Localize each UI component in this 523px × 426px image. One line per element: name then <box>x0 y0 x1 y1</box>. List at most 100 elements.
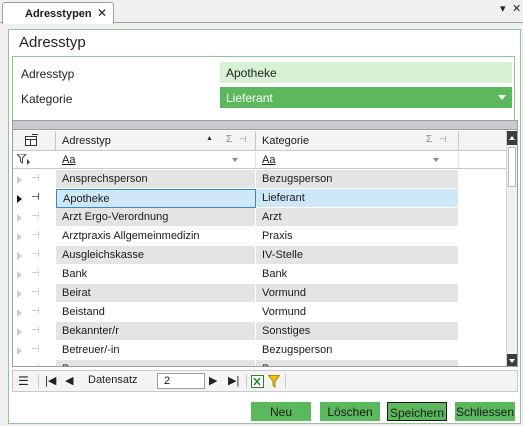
row-pin-icon[interactable]: ⊣ <box>31 249 40 260</box>
row-indicator-icon <box>17 309 22 317</box>
table-row[interactable]: ⊣ Ansprechsperson Bezugsperson <box>13 170 508 189</box>
row-pin-icon[interactable]: ⊣ <box>31 173 40 184</box>
cell-adresstyp[interactable]: Arztpraxis Allgemeinmedizin <box>56 227 256 246</box>
cell-adresstyp[interactable]: Bank <box>56 265 256 284</box>
kategorie-label: Kategorie <box>21 92 73 106</box>
row-pin-icon[interactable]: ⊣ <box>31 344 40 355</box>
cell-kategorie[interactable]: Praxis <box>256 227 459 246</box>
row-pin-icon[interactable]: ⊣ <box>31 287 40 298</box>
filter-funnel-icon[interactable] <box>268 375 280 388</box>
record-navigator: ☰ |◀ ◀ Datensatz 2 ▶ ▶| <box>12 370 518 392</box>
filter-cell-kategorie[interactable]: Aa <box>256 152 459 168</box>
column-header-label: Adresstyp <box>62 135 111 147</box>
sort-ascending-icon[interactable]: ▲ <box>206 135 213 142</box>
divider <box>285 374 286 389</box>
save-button[interactable]: Speichern <box>387 402 447 421</box>
table-row[interactable]: ⊣ Arzt Ergo-Verordnung Arzt <box>13 208 508 227</box>
row-indicator-icon <box>17 214 22 222</box>
column-header-kategorie[interactable]: Kategorie Σ ⊣ <box>256 131 459 151</box>
row-pin-icon[interactable]: ⊣ <box>31 192 40 203</box>
table-row[interactable]: ⊣ Apotheke Lieferant <box>13 189 508 208</box>
cell-kategorie[interactable]: Bezugsperson <box>256 170 459 189</box>
cell-adresstyp[interactable]: Bekannter/r <box>56 322 256 341</box>
cell-kategorie[interactable]: Lieferant <box>256 189 459 208</box>
table-row[interactable]: ⊣ Ausgleichskasse IV-Stelle <box>13 246 508 265</box>
first-record-icon[interactable]: |◀ <box>45 374 56 387</box>
filter-dropdown-icon[interactable] <box>232 158 238 162</box>
column-chooser-button[interactable] <box>13 131 56 151</box>
cell-kategorie[interactable]: Vormund <box>256 303 459 322</box>
main-panel: Adresstyp Adresstyp Apotheke Kategorie L… <box>8 29 521 424</box>
filter-cell-adresstyp[interactable]: Aa <box>56 152 256 168</box>
table-row[interactable]: ⊣ Bank Bank <box>13 265 508 284</box>
row-indicator-icon <box>17 366 22 367</box>
sum-icon[interactable]: Σ <box>426 134 432 145</box>
cell-adresstyp[interactable]: Apotheke <box>56 189 256 208</box>
vertical-scrollbar[interactable] <box>506 131 517 366</box>
row-indicator-icon <box>17 252 22 260</box>
filter-row: Aa Aa <box>13 151 508 169</box>
sum-icon[interactable]: Σ <box>226 134 232 145</box>
cell-adresstyp[interactable]: Ansprechsperson <box>56 170 256 189</box>
row-pin-icon[interactable]: ⊣ <box>31 363 40 366</box>
window-close-icon[interactable]: ✕ <box>512 2 521 15</box>
cell-adresstyp[interactable]: Bezugsperson <box>56 360 256 366</box>
cell-kategorie[interactable]: Bank <box>256 265 459 284</box>
row-pin-icon[interactable]: ⊣ <box>31 325 40 336</box>
row-indicator-icon <box>17 195 22 203</box>
next-record-icon[interactable]: ▶ <box>209 374 217 387</box>
close-icon[interactable]: ✕ <box>97 6 107 20</box>
delete-button[interactable]: Löschen <box>320 402 380 421</box>
cell-adresstyp[interactable]: Ausgleichskasse <box>56 246 256 265</box>
table-row[interactable]: ⊣ BezugspersonBezugsperson <box>13 360 508 367</box>
cell-kategorie[interactable]: Arzt <box>256 208 459 227</box>
pin-icon[interactable]: ⊣ <box>239 134 247 145</box>
tab-adresstypen[interactable]: Adresstypen ✕ <box>2 2 114 24</box>
pin-icon[interactable]: ⊣ <box>439 134 447 145</box>
table-row[interactable]: ⊣ Beirat Vormund <box>13 284 508 303</box>
dropdown-icon[interactable]: ▾ <box>500 2 506 15</box>
cell-adresstyp[interactable]: Beirat <box>56 284 256 303</box>
row-pin-icon[interactable]: ⊣ <box>31 306 40 317</box>
adresstyp-label: Adresstyp <box>21 67 75 81</box>
table-row[interactable]: ⊣ Betreuer/-in Bezugsperson <box>13 341 508 360</box>
cell-kategorie[interactable]: Vormund <box>256 284 459 303</box>
row-indicator-icon <box>17 271 22 279</box>
scroll-thumb[interactable] <box>508 147 516 187</box>
last-record-icon[interactable]: ▶| <box>228 374 239 387</box>
record-label: Datensatz <box>88 374 138 386</box>
row-pin-icon[interactable]: ⊣ <box>31 268 40 279</box>
cell-adresstyp[interactable]: Beistand <box>56 303 256 322</box>
cell-kategorie[interactable]: Sonstiges <box>256 322 459 341</box>
data-grid: Adresstyp ▲ Σ ⊣ Kategorie Σ ⊣ Aa Aa ⊣ An… <box>12 120 518 367</box>
table-row[interactable]: ⊣ Bekannter/r Sonstiges <box>13 322 508 341</box>
table-row[interactable]: ⊣ Beistand Vormund <box>13 303 508 322</box>
row-indicator-icon <box>17 176 22 184</box>
cell-kategorie[interactable]: IV-Stelle <box>256 246 459 265</box>
column-header-label: Kategorie <box>262 135 310 147</box>
record-number-input[interactable]: 2 <box>157 373 205 389</box>
row-pin-icon[interactable]: ⊣ <box>31 211 40 222</box>
previous-record-icon[interactable]: ◀ <box>65 374 73 387</box>
filter-dropdown-icon[interactable] <box>433 158 439 162</box>
cell-kategorie[interactable]: Bezugsperson <box>256 341 459 360</box>
cell-adresstyp[interactable]: Betreuer/-in <box>56 341 256 360</box>
cell-kategorie[interactable]: Bezugsperson <box>256 360 459 366</box>
export-excel-icon[interactable] <box>251 375 264 388</box>
scroll-up-button[interactable] <box>507 131 517 145</box>
kategorie-select[interactable]: Lieferant <box>220 87 512 108</box>
close-button[interactable]: Schliessen <box>455 402 515 421</box>
new-button[interactable]: Neu <box>251 402 311 421</box>
grid-settings-icon[interactable]: ☰ <box>18 374 29 388</box>
kategorie-select-value: Lieferant <box>226 91 273 105</box>
row-pin-icon[interactable]: ⊣ <box>31 230 40 241</box>
table-row[interactable]: ⊣ Arztpraxis Allgemeinmedizin Praxis <box>13 227 508 246</box>
filter-icon[interactable] <box>17 154 31 166</box>
scroll-down-button[interactable] <box>507 354 517 366</box>
adresstyp-field[interactable]: Apotheke <box>220 62 512 83</box>
filter-placeholder: Aa <box>62 154 76 166</box>
divider <box>38 374 39 389</box>
cell-adresstyp[interactable]: Arzt Ergo-Verordnung <box>56 208 256 227</box>
column-header-adresstyp[interactable]: Adresstyp ▲ Σ ⊣ <box>56 131 256 151</box>
row-indicator-icon <box>17 328 22 336</box>
